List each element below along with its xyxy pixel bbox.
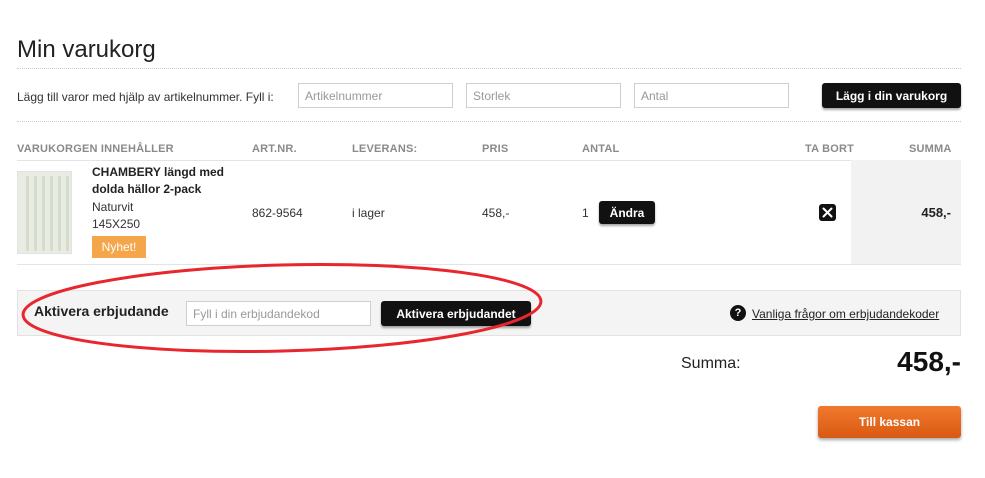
header-delivery: LEVERANS: (352, 143, 418, 155)
row-sum: 458,- (921, 205, 951, 220)
product-name[interactable]: CHAMBERY längd med dolda hällor 2-pack (92, 164, 242, 198)
page-title: Min varukorg (17, 36, 156, 63)
article-number: 862-9564 (252, 206, 303, 220)
header-price: PRIS (482, 143, 509, 155)
delivery-status: i lager (352, 206, 385, 220)
header-art-nr: ART.NR. (252, 143, 297, 155)
divider (17, 264, 961, 265)
header-contents: VARUKORGEN INNEHÅLLER (17, 143, 174, 155)
divider (17, 68, 961, 69)
quantity-input[interactable] (634, 83, 789, 108)
article-number-input[interactable] (298, 83, 453, 108)
total-value: 458,- (897, 346, 961, 377)
add-to-cart-button[interactable]: Lägg i din varukorg (822, 83, 961, 108)
total-label: Summa: (681, 355, 741, 372)
product-image[interactable] (17, 171, 72, 254)
header-quantity: ANTAL (582, 143, 620, 155)
product-color: Naturvit (92, 200, 134, 214)
change-quantity-button[interactable]: Ändra (599, 201, 655, 224)
remove-item-button[interactable] (819, 204, 836, 221)
new-badge: Nyhet! (92, 236, 146, 258)
divider (17, 160, 961, 161)
header-remove: TA BORT (805, 143, 855, 155)
header-sum: SUMMA (909, 143, 952, 155)
product-size: 145X250 (92, 217, 141, 231)
question-icon[interactable]: ? (730, 305, 746, 321)
size-input[interactable] (466, 83, 621, 108)
checkout-button[interactable]: Till kassan (818, 406, 961, 438)
offer-code-input[interactable] (186, 301, 371, 326)
offer-faq-link[interactable]: Vanliga frågor om erbjudandekoder (752, 307, 939, 321)
offer-label: Aktivera erbjudande (34, 303, 169, 319)
activate-offer-button[interactable]: Aktivera erbjudandet (381, 301, 531, 326)
quantity-value: 1 (582, 206, 589, 220)
close-icon (822, 207, 833, 218)
divider (17, 121, 961, 122)
add-items-label: Lägg till varor med hjälp av artikelnumm… (17, 90, 274, 104)
unit-price: 458,- (482, 206, 510, 220)
